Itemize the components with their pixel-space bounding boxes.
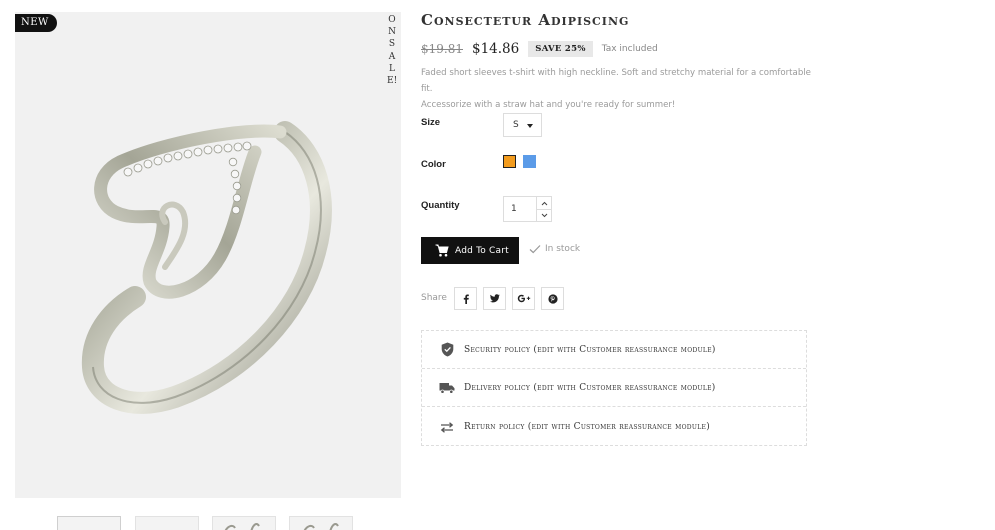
chevron-up-icon [541,201,548,205]
facebook-icon [463,294,469,304]
share-pinterest-button[interactable] [541,287,564,310]
size-value: S [513,120,519,130]
color-swatch-orange[interactable] [503,155,516,168]
current-price: $14.86 [472,41,520,57]
size-label: Size [421,117,441,128]
on-sale-badge: ONSALE! [387,15,398,87]
quantity-increment-button[interactable] [537,197,552,209]
thumbnail[interactable] [212,516,276,530]
quantity-decrement-button[interactable] [537,209,552,221]
quantity-label: Quantity [421,200,460,211]
reassurance-item: Delivery policy (edit with Customer reas… [422,369,806,407]
product-image[interactable]: NEW ONSALE! [15,12,401,498]
exchange-arrows-icon [438,418,456,436]
product-description: Faded short sleeves t-shirt with high ne… [421,65,821,113]
truck-icon [438,379,456,397]
size-select[interactable]: S [503,113,542,137]
old-price: $19.81 [421,42,463,56]
thumbnail[interactable] [289,516,353,530]
new-badge: NEW [15,14,57,32]
share-twitter-button[interactable] [483,287,506,310]
add-to-cart-button[interactable]: Add To Cart [421,237,519,264]
share-label: Share [421,293,447,303]
shield-icon [438,341,456,359]
reassurance-block: Security policy (edit with Customer reas… [421,330,807,446]
reassurance-text: Delivery policy (edit with Customer reas… [464,382,716,393]
stock-label: In stock [545,244,581,254]
discount-badge: SAVE 25% [528,41,593,57]
reassurance-item: Security policy (edit with Customer reas… [422,331,806,369]
thumbnail[interactable] [135,516,199,530]
description-line: Accessorize with a straw hat and you're … [421,100,676,110]
stock-status: In stock [529,244,580,254]
reassurance-text: Security policy (edit with Customer reas… [464,344,716,355]
price-row: $19.81 $14.86 SAVE 25% Tax included [421,40,658,58]
quantity-input[interactable]: 1 [511,204,517,214]
reassurance-text: Return policy (edit with Customer reassu… [464,422,711,432]
pinterest-icon [547,293,558,304]
chevron-down-icon [527,124,533,128]
google-plus-icon [517,294,530,303]
color-label: Color [421,159,446,170]
description-line: Faded short sleeves t-shirt with high ne… [421,68,811,94]
color-swatch-blue[interactable] [523,155,536,168]
thumbnail-strip [57,516,357,530]
add-to-cart-label: Add To Cart [455,245,509,256]
reassurance-item: Return policy (edit with Customer reassu… [422,408,806,446]
share-facebook-button[interactable] [454,287,477,310]
chevron-down-icon [541,213,548,217]
thumbnail[interactable] [57,516,121,530]
share-google-plus-button[interactable] [512,287,535,310]
quantity-stepper: 1 [503,196,552,222]
product-title: Consectetur Adipiscing [421,11,630,29]
tax-note: Tax included [601,44,658,54]
cart-icon [435,244,449,257]
twitter-icon [489,294,500,303]
check-icon [529,245,541,254]
ring-image [81,121,332,414]
